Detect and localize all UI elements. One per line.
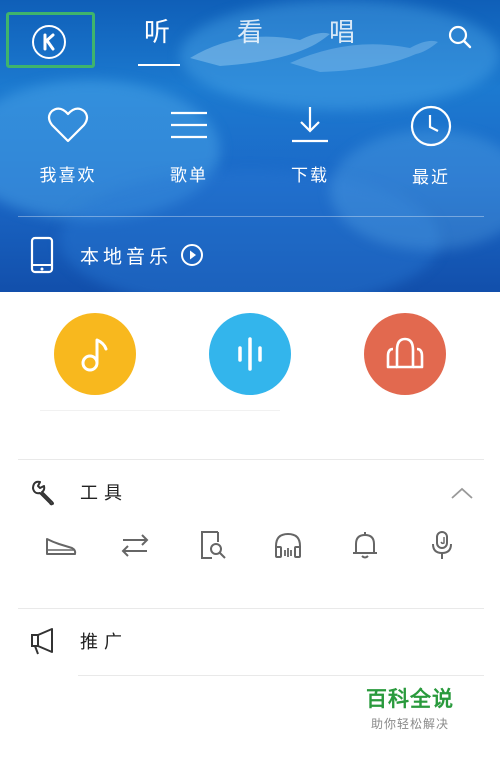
list-icon xyxy=(171,111,207,139)
quick-download-label: 下载 xyxy=(291,166,329,186)
quick-download[interactable]: 下载 xyxy=(270,105,350,186)
search-icon xyxy=(448,25,472,49)
k-logo-icon xyxy=(32,25,66,59)
music-circle-button[interactable] xyxy=(54,313,136,395)
active-tab-indicator xyxy=(138,64,180,66)
document-search-icon[interactable] xyxy=(196,528,230,562)
quick-playlists-label: 歌单 xyxy=(170,166,208,186)
mic-icon[interactable] xyxy=(425,528,459,562)
quick-recent[interactable]: 最近 xyxy=(391,105,471,188)
tools-header[interactable]: 工具 xyxy=(30,478,128,506)
music-note-icon xyxy=(81,338,108,372)
divider xyxy=(18,459,484,460)
local-music-label: 本地音乐 xyxy=(80,245,173,268)
heart-icon xyxy=(47,107,89,143)
hero-divider xyxy=(18,216,484,217)
tab-sing[interactable]: 唱 xyxy=(329,18,355,48)
quick-favorites-label: 我喜欢 xyxy=(39,166,97,186)
divider xyxy=(78,675,484,676)
promo-title: 推广 xyxy=(80,632,128,653)
download-icon xyxy=(292,107,328,143)
group-icon xyxy=(386,337,424,369)
headphones-icon[interactable] xyxy=(271,528,305,562)
phone-icon xyxy=(30,236,54,274)
watermark-title: 百科全说 xyxy=(366,687,454,711)
transfer-icon[interactable] xyxy=(118,528,152,562)
sound-wave-icon xyxy=(238,337,262,371)
divider xyxy=(18,608,484,609)
quick-recent-label: 最近 xyxy=(412,168,450,188)
bell-icon[interactable] xyxy=(348,528,382,562)
promo-header[interactable]: 推广 xyxy=(30,626,128,656)
watermark-subtitle: 助你轻松解决 xyxy=(370,717,449,731)
tools-row xyxy=(0,528,500,562)
feature-circles xyxy=(0,313,500,395)
chevron-up-icon[interactable] xyxy=(450,486,474,500)
quick-favorites[interactable]: 我喜欢 xyxy=(28,105,108,186)
wrench-icon xyxy=(32,480,54,506)
tab-listen[interactable]: 听 xyxy=(144,18,170,48)
play-circle-icon[interactable] xyxy=(180,243,204,267)
tab-watch[interactable]: 看 xyxy=(237,18,263,48)
sound-circle-button[interactable] xyxy=(209,313,291,395)
group-circle-button[interactable] xyxy=(364,313,446,395)
hero-banner: 听 看 唱 我喜欢 歌单 下载 最近 本地音乐 xyxy=(0,0,500,292)
local-music-row[interactable]: 本地音乐 xyxy=(30,236,204,274)
megaphone-icon xyxy=(31,628,53,655)
quick-playlists[interactable]: 歌单 xyxy=(149,105,229,186)
clock-icon xyxy=(410,105,452,147)
tools-title: 工具 xyxy=(80,483,128,504)
profile-button[interactable] xyxy=(6,12,95,68)
divider xyxy=(40,410,280,411)
shoe-icon[interactable] xyxy=(44,528,78,562)
top-bar: 听 看 唱 xyxy=(0,0,500,70)
search-button[interactable] xyxy=(447,24,473,54)
watermark: 百科全说 助你轻松解决 xyxy=(355,683,465,732)
